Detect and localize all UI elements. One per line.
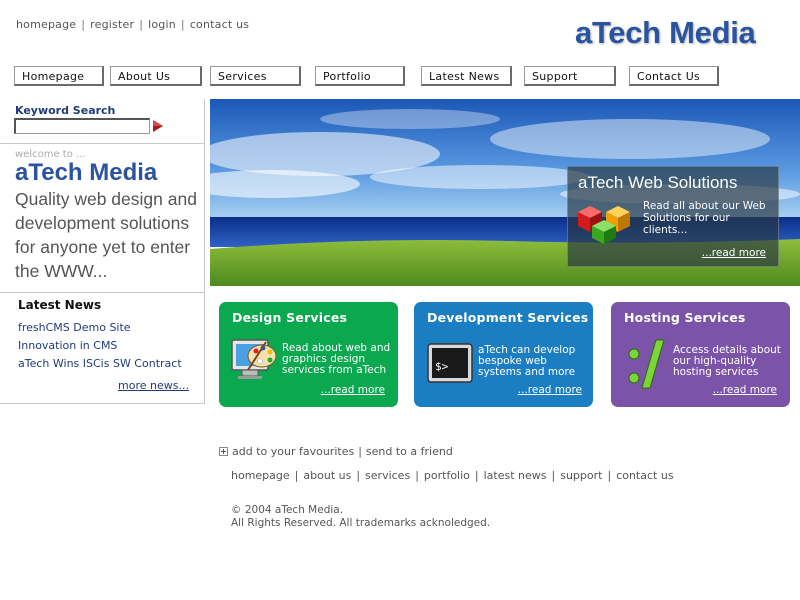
development-services-text: aTech can develop bespoke web systems an… <box>478 344 576 378</box>
divider <box>0 292 204 293</box>
nav-contact-us[interactable]: Contact Us <box>629 66 719 86</box>
rights-line: All Rights Reserved. All trademarks ackn… <box>231 517 491 529</box>
divider <box>0 143 204 144</box>
hero-read-more-link[interactable]: ...read more <box>702 247 766 259</box>
news-item[interactable]: Innovation in CMS <box>18 339 182 357</box>
news-item[interactable]: aTech Wins ISCis SW Contract <box>18 357 182 375</box>
copyright-line: © 2004 aTech Media. <box>231 504 344 516</box>
footer-link-homepage[interactable]: homepage <box>231 469 290 482</box>
footer-links: homepage | about us | services | portfolio | lat… <box>231 469 674 482</box>
svg-text:$>: $> <box>435 360 449 373</box>
hosting-services-text: Access details about our high-quality ho… <box>673 344 781 378</box>
news-item[interactable]: freshCMS Demo Site <box>18 321 182 339</box>
footer-link-latest-news[interactable]: latest news <box>484 469 547 482</box>
separator: | <box>415 469 419 482</box>
design-services-title: Design Services <box>232 310 348 325</box>
top-link-login[interactable]: login <box>148 18 176 31</box>
top-links: homepage | register | login | contact us <box>16 18 249 31</box>
top-link-contact-us[interactable]: contact us <box>190 18 249 31</box>
more-news-link[interactable]: more news... <box>118 379 189 392</box>
favourites-bar: add to your favourites | send to a friend <box>219 445 453 458</box>
design-read-more-link[interactable]: ...read more <box>321 384 385 396</box>
development-services-title: Development Services <box>427 310 589 325</box>
sidebar-tagline: Quality web design and development solut… <box>15 189 197 281</box>
nav-portfolio[interactable]: Portfolio <box>315 66 405 86</box>
hosting-read-more-link[interactable]: ...read more <box>713 384 777 396</box>
top-link-homepage[interactable]: homepage <box>16 18 76 31</box>
separator: | <box>294 469 299 482</box>
main-nav: Homepage About Us Services Portfolio Lat… <box>0 66 800 86</box>
footer-link-portfolio[interactable]: portfolio <box>424 469 470 482</box>
hero-text: Read all about our Web Solutions for our… <box>643 200 766 236</box>
sidebar: Keyword Search welcome to ... aTech Medi… <box>0 99 205 404</box>
nav-services[interactable]: Services <box>210 66 301 86</box>
hero-banner: aTech Web Solutions Read all about our W… <box>210 99 800 286</box>
design-services-text: Read about web and graphics design servi… <box>282 342 391 376</box>
search-input[interactable] <box>14 118 150 134</box>
sidebar-brand: aTech Media <box>15 159 158 186</box>
site-logo[interactable]: aTech Media <box>575 15 756 51</box>
development-read-more-link[interactable]: ...read more <box>518 384 582 396</box>
colon-slash-icon <box>628 339 665 389</box>
separator: | <box>358 445 362 458</box>
nav-about-us[interactable]: About Us <box>110 66 202 86</box>
separator: | <box>607 469 612 482</box>
hosting-services-box: Hosting Services Access details about ou… <box>611 302 790 407</box>
footer-link-contact-us[interactable]: contact us <box>616 469 673 482</box>
separator: | <box>81 18 86 31</box>
nav-support[interactable]: Support <box>524 66 616 86</box>
search-title: Keyword Search <box>15 104 116 117</box>
separator: | <box>180 18 185 31</box>
cubes-icon <box>578 206 630 244</box>
latest-news-title: Latest News <box>18 298 102 312</box>
top-link-register[interactable]: register <box>90 18 134 31</box>
hosting-services-title: Hosting Services <box>624 310 746 325</box>
copyright: © 2004 aTech Media. All Rights Reserved.… <box>231 504 490 530</box>
palette-icon <box>231 339 277 379</box>
web-solutions-panel: aTech Web Solutions Read all about our W… <box>567 166 779 267</box>
terminal-icon: $> <box>427 343 473 383</box>
nav-homepage[interactable]: Homepage <box>14 66 104 86</box>
plus-icon <box>219 447 228 456</box>
arrow-right-icon[interactable] <box>152 119 164 133</box>
footer-link-about-us[interactable]: about us <box>303 469 351 482</box>
separator: | <box>356 469 361 482</box>
footer-link-support[interactable]: support <box>560 469 602 482</box>
separator: | <box>139 18 144 31</box>
add-favourites-link[interactable]: add to your favourites <box>232 445 354 458</box>
footer-link-services[interactable]: services <box>365 469 410 482</box>
hero-title: aTech Web Solutions <box>578 173 738 192</box>
design-services-box: Design Services Read about web and graph… <box>219 302 398 407</box>
nav-latest-news[interactable]: Latest News <box>421 66 512 86</box>
separator: | <box>551 469 556 482</box>
development-services-box: Development Services $> aTech can develo… <box>414 302 593 407</box>
separator: | <box>474 469 479 482</box>
send-to-friend-link[interactable]: send to a friend <box>366 445 453 458</box>
news-list: freshCMS Demo Site Innovation in CMS aTe… <box>18 321 182 375</box>
